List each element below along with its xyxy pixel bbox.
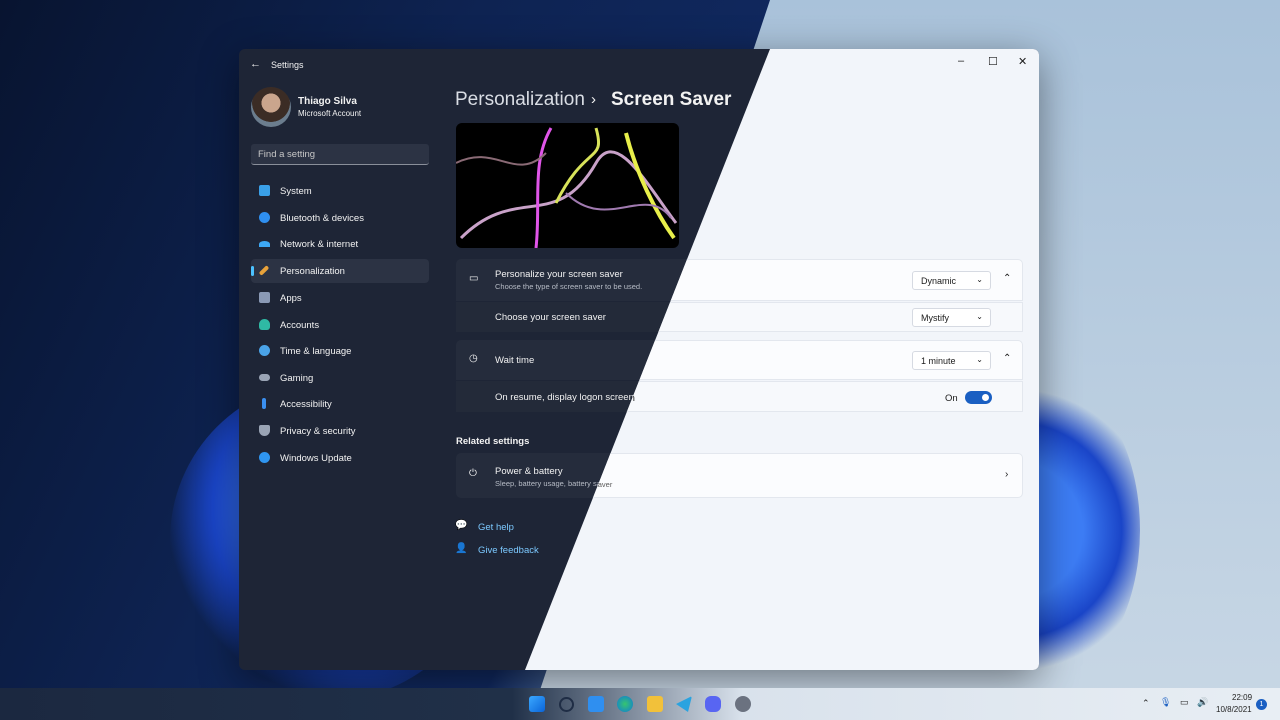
back-arrow-icon[interactable]: ←	[250, 58, 261, 70]
maximize-icon[interactable]: ☐	[988, 55, 998, 68]
accessibility-icon	[262, 398, 266, 409]
start-icon[interactable]	[529, 696, 545, 712]
settings-icon[interactable]	[735, 696, 751, 712]
user-account-type: Microsoft Account	[298, 109, 362, 118]
network-tray-icon[interactable]: ▭	[1180, 697, 1189, 708]
telegram-icon[interactable]	[676, 696, 692, 712]
screen-saver-type-dropdown-light[interactable]: Dynamic ⌄	[912, 271, 991, 290]
chevron-up-icon[interactable]: ⌃	[1003, 353, 1011, 364]
chevron-up-tray-icon[interactable]: ⌃	[1142, 698, 1150, 709]
close-icon[interactable]: ✕	[1018, 55, 1027, 68]
apps-icon	[259, 292, 270, 303]
dropdown-value: 1 minute	[921, 356, 956, 366]
chevron-down-icon: ⌄	[976, 355, 983, 364]
notification-badge[interactable]: 1	[1256, 699, 1267, 710]
chevron-up-icon[interactable]: ⌃	[1003, 273, 1011, 284]
sidebar-item-time-language[interactable]: Time & language	[251, 339, 429, 363]
help-icon: 💬	[455, 520, 468, 531]
clock-icon: ◷	[469, 353, 478, 364]
avatar[interactable]	[251, 87, 291, 127]
wifi-icon	[259, 241, 270, 247]
selection-indicator	[251, 266, 254, 276]
give-feedback-link[interactable]: Give feedback	[478, 545, 539, 556]
sidebar-item-accounts[interactable]: Accounts	[251, 313, 429, 337]
microphone-icon[interactable]: 🎙	[1160, 697, 1171, 708]
search-input[interactable]: Find a setting	[251, 144, 429, 165]
person-icon	[259, 319, 270, 330]
bluetooth-icon	[259, 212, 270, 223]
mystify-preview-image	[456, 127, 678, 248]
dropdown-value: Mystify	[921, 313, 949, 323]
sidebar-item-apps[interactable]: Apps	[251, 286, 429, 310]
edge-icon[interactable]	[617, 696, 633, 712]
related-settings-heading: Related settings	[456, 436, 530, 447]
user-name: Thiago Silva	[298, 96, 357, 107]
sidebar-item-windows-update[interactable]: Windows Update	[251, 446, 429, 470]
brush-icon	[258, 265, 270, 276]
widgets-icon[interactable]	[588, 696, 604, 712]
chevron-right-icon: ›	[1005, 469, 1009, 480]
resume-logon-toggle-light[interactable]	[965, 391, 992, 404]
sidebar-item-privacy[interactable]: Privacy & security	[251, 419, 429, 443]
power-battery-subtitle: Sleep, battery usage, battery saver	[495, 479, 612, 488]
screen-saver-settings-icon: ▭	[469, 273, 479, 284]
window-title: Settings	[271, 60, 304, 70]
screen-saver-choice-dropdown-light[interactable]: Mystify ⌄	[912, 308, 991, 327]
volume-icon[interactable]: 🔊	[1197, 697, 1208, 708]
update-icon	[259, 452, 270, 463]
dropdown-value: Dynamic	[921, 276, 957, 286]
clock-date[interactable]: 10/8/2021	[1216, 705, 1252, 714]
taskbar: ⌃ 🎙 ▭ 🔊 22:09 10/8/2021 1	[0, 688, 1280, 720]
wait-time-dropdown-light[interactable]: 1 minute ⌄	[912, 351, 991, 370]
settings-window: ← Settings Thiago Silva Microsoft Accoun…	[239, 49, 1039, 670]
chevron-down-icon: ⌄	[976, 275, 983, 284]
globe-clock-icon	[259, 345, 270, 356]
screen-saver-title: Personalize your screen saver	[495, 269, 623, 280]
resume-logon-label: On resume, display logon screen	[495, 392, 634, 403]
sidebar-item-accessibility[interactable]: Accessibility	[251, 392, 429, 416]
chevron-down-icon: ⌄	[976, 312, 983, 321]
feedback-icon: 👤	[455, 543, 468, 554]
minimize-icon[interactable]: –	[958, 55, 964, 67]
get-help-link[interactable]: Get help	[478, 522, 514, 533]
sidebar-item-system[interactable]: System	[251, 179, 429, 203]
toggle-knob	[982, 394, 989, 401]
gamepad-icon	[259, 374, 270, 381]
sidebar-item-bluetooth[interactable]: Bluetooth & devices	[251, 206, 429, 230]
sidebar-item-network[interactable]: Network & internet	[251, 232, 429, 256]
shield-icon	[259, 425, 270, 436]
sidebar-item-personalization[interactable]: Personalization	[251, 259, 429, 283]
screen-saver-subtitle: Choose the type of screen saver to be us…	[495, 282, 643, 291]
toggle-state-label-light: On	[945, 393, 958, 404]
clock-time[interactable]: 22:09	[1232, 693, 1252, 702]
sidebar-item-gaming[interactable]: Gaming	[251, 366, 429, 390]
page-title: Screen Saver	[611, 89, 732, 110]
choose-screen-saver-label: Choose your screen saver	[495, 312, 606, 323]
discord-icon[interactable]	[705, 696, 721, 712]
wait-time-title: Wait time	[495, 355, 535, 366]
breadcrumb-separator: ›	[591, 91, 596, 108]
search-icon[interactable]	[559, 697, 574, 712]
screen-saver-preview	[456, 123, 679, 248]
power-battery-title: Power & battery	[495, 466, 563, 477]
power-icon: ⏻	[469, 468, 477, 479]
monitor-icon	[259, 185, 270, 196]
file-explorer-icon[interactable]	[647, 696, 663, 712]
breadcrumb-parent[interactable]: Personalization	[455, 89, 585, 111]
